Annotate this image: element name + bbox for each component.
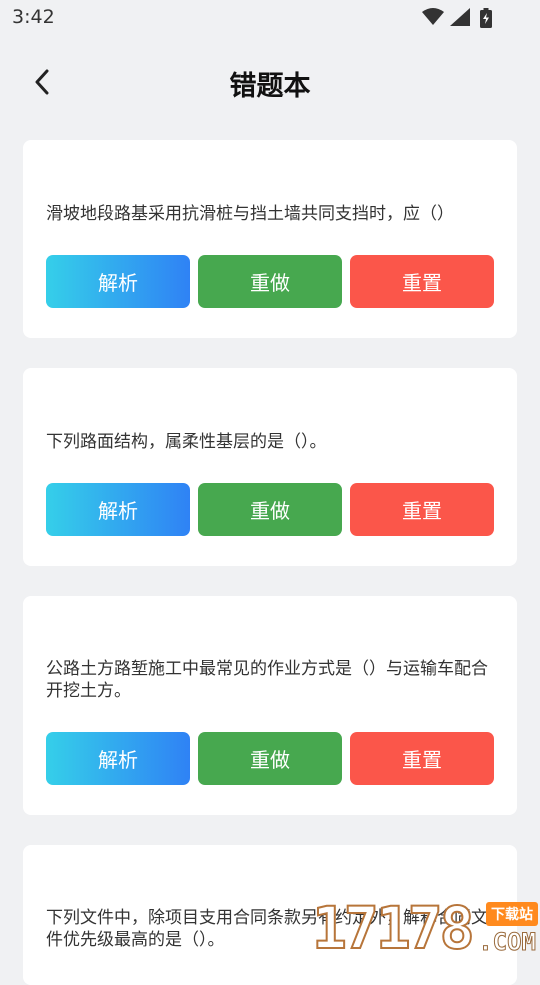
question-card: 公路土方路堑施工中最常见的作业方式是（）与运输车配合开挖土方。 解析 重做 重置 xyxy=(23,596,517,815)
reset-button[interactable]: 重置 xyxy=(350,732,494,785)
analyze-button[interactable]: 解析 xyxy=(46,732,190,785)
question-text: 下列路面结构，属柔性基层的是（）。 xyxy=(46,432,327,452)
redo-button[interactable]: 重做 xyxy=(198,255,342,308)
page-title: 错题本 xyxy=(229,71,311,102)
question-card: 下列路面结构，属柔性基层的是（）。 解析 重做 重置 xyxy=(23,368,517,566)
site-watermark: 17178 下载站 .COM xyxy=(311,894,540,962)
watermark-suffix: .COM xyxy=(478,928,537,957)
wifi-icon xyxy=(422,8,444,25)
status-bar: 3:42 xyxy=(0,0,540,36)
question-text: 公路土方路堑施工中最常见的作业方式是（）与运输车配合开挖土方。 xyxy=(46,659,488,701)
battery-charging-icon xyxy=(480,8,492,28)
analyze-button[interactable]: 解析 xyxy=(46,483,190,536)
question-card: 滑坡地段路基采用抗滑桩与挡土墙共同支挡时，应（） 解析 重做 重置 xyxy=(23,140,517,338)
watermark-number: 17178 xyxy=(311,894,476,962)
reset-button[interactable]: 重置 xyxy=(350,483,494,536)
signal-icon xyxy=(450,8,470,26)
app-header: 错题本 xyxy=(0,50,540,114)
question-text: 滑坡地段路基采用抗滑桩与挡土墙共同支挡时，应（） xyxy=(46,204,454,224)
watermark-tag: 下载站 xyxy=(486,902,538,926)
reset-button[interactable]: 重置 xyxy=(350,255,494,308)
redo-button[interactable]: 重做 xyxy=(198,732,342,785)
redo-button[interactable]: 重做 xyxy=(198,483,342,536)
status-time: 3:42 xyxy=(12,6,55,28)
analyze-button[interactable]: 解析 xyxy=(46,255,190,308)
